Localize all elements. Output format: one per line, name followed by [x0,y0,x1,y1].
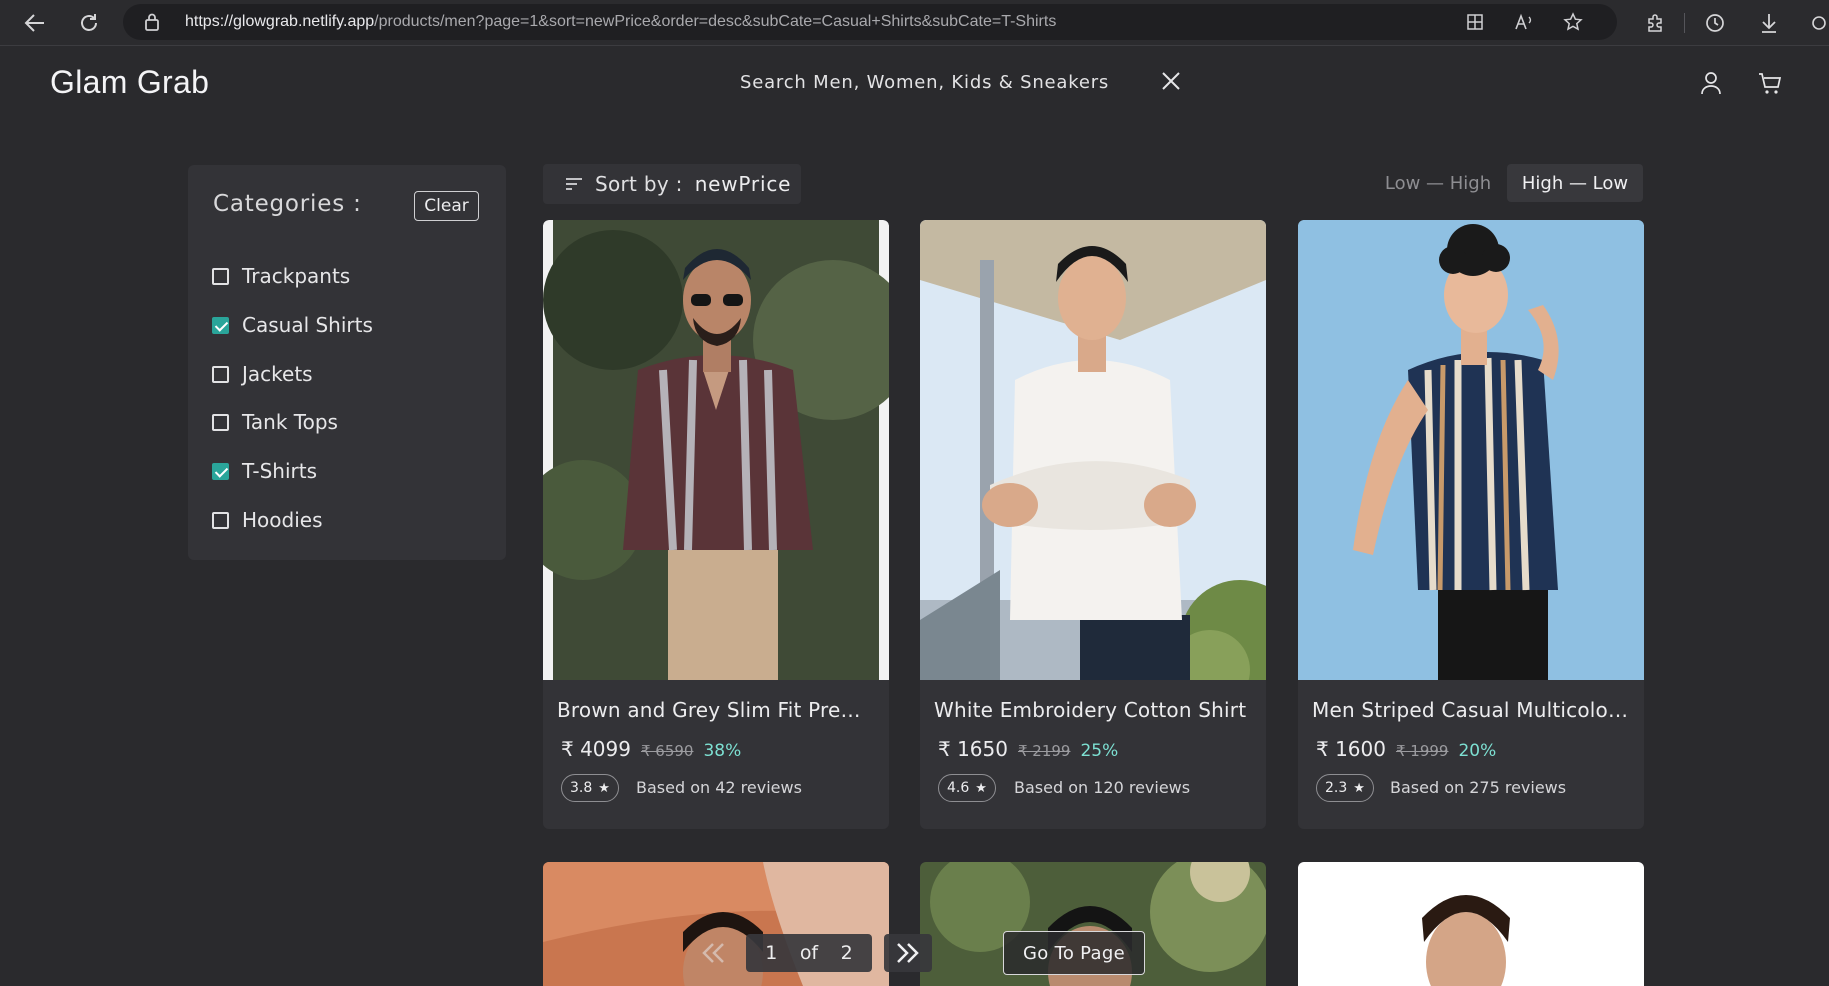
toolbar-divider [1684,13,1685,33]
category-label: Jackets [242,362,313,386]
category-label: Casual Shirts [242,313,373,337]
favorite-star-icon[interactable] [1561,11,1585,33]
category-label: Tank Tops [242,410,338,434]
close-icon[interactable] [1160,70,1182,92]
settings-more-icon[interactable] [1804,8,1829,38]
url-text: https://glowgrab.netlify.app/products/me… [185,13,1056,31]
discount-percent: 25% [1080,741,1119,761]
rating-value: 4.6 [947,780,970,796]
url-host: https://glowgrab.netlify.app [185,13,375,30]
category-label: T-Shirts [242,459,318,483]
category-filter-panel: Categories : Clear Trackpants Casual Shi… [188,165,506,560]
original-price: ₹ 1999 [1395,742,1449,760]
sort-dropdown[interactable]: Sort by : newPrice [543,164,801,204]
go-to-page-button[interactable]: Go To Page [1003,931,1145,975]
browser-toolbar: https://glowgrab.netlify.app/products/me… [0,0,1829,46]
product-name[interactable]: Men Striped Casual Multicolor... [1312,698,1634,722]
category-trackpants[interactable]: Trackpants [212,262,350,290]
user-icon[interactable] [1698,70,1724,96]
current-price: ₹ 1600 [1316,737,1386,761]
product-image[interactable] [1298,220,1644,680]
order-low-high-button[interactable]: Low — High [1370,164,1506,202]
total-pages: 2 [840,942,853,964]
sort-value: newPrice [694,172,792,196]
product-price: ₹ 1650 ₹ 2199 25% [938,737,1118,761]
review-count: Based on 120 reviews [1014,778,1191,797]
current-price: ₹ 1650 [938,737,1008,761]
sort-label: Sort by : [595,172,683,196]
checkbox[interactable] [212,267,229,285]
category-tank-tops[interactable]: Tank Tops [212,408,338,436]
product-price: ₹ 4099 ₹ 6590 38% [561,737,741,761]
checkbox[interactable] [212,365,229,383]
rating-value: 2.3 [1325,780,1348,796]
product-price: ₹ 1600 ₹ 1999 20% [1316,737,1496,761]
category-t-shirts[interactable]: T-Shirts [212,457,317,485]
product-card[interactable]: Brown and Grey Slim Fit Prem... ₹ 4099 ₹… [543,220,889,829]
history-icon[interactable] [1700,8,1730,38]
prev-page-double-chevron-icon[interactable] [688,934,738,972]
original-price: ₹ 6590 [640,742,694,760]
cart-icon[interactable] [1757,70,1783,96]
search-input[interactable]: Search Men, Women, Kids & Sneakers [740,72,1109,93]
lock-icon [145,13,159,31]
address-bar[interactable]: https://glowgrab.netlify.app/products/me… [123,4,1617,40]
product-card[interactable]: White Embroidery Cotton Shirt ₹ 1650 ₹ 2… [920,220,1266,829]
page-indicator: 1 of 2 [746,934,872,972]
reload-icon[interactable] [72,6,106,40]
site-logo[interactable]: Glam Grab [50,64,209,101]
current-page: 1 [765,942,778,964]
product-image[interactable] [1298,862,1644,986]
categories-title: Categories : [213,191,362,217]
url-path: /products/men?page=1&sort=newPrice&order… [374,13,1057,30]
checkbox-checked[interactable] [212,316,229,334]
category-label: Hoodies [242,508,323,532]
star-icon: ★ [1353,780,1365,796]
next-page-double-chevron-icon[interactable] [884,934,932,972]
rating-badge: 3.8 ★ [561,774,619,802]
discount-percent: 20% [1458,741,1497,761]
category-hoodies[interactable]: Hoodies [212,506,323,534]
review-count: Based on 275 reviews [1390,778,1567,797]
checkbox[interactable] [212,511,229,529]
product-image[interactable] [920,220,1266,680]
category-label: Trackpants [242,264,351,288]
category-jackets[interactable]: Jackets [212,360,313,388]
product-image[interactable] [543,220,889,680]
read-aloud-icon[interactable] [1512,11,1536,33]
extensions-icon[interactable] [1640,8,1670,38]
current-price: ₹ 4099 [561,737,631,761]
rating-value: 3.8 [570,780,593,796]
of-label: of [799,942,819,964]
app-available-icon[interactable] [1463,11,1487,33]
product-name[interactable]: Brown and Grey Slim Fit Prem... [557,698,879,722]
order-high-low-button[interactable]: High — Low [1507,164,1643,202]
rating-badge: 4.6 ★ [938,774,996,802]
checkbox-checked[interactable] [212,462,229,480]
star-icon: ★ [598,780,610,796]
star-icon: ★ [975,780,987,796]
clear-button[interactable]: Clear [414,191,479,221]
sort-icon [566,178,582,190]
review-count: Based on 42 reviews [636,778,802,797]
discount-percent: 38% [703,741,742,761]
category-casual-shirts[interactable]: Casual Shirts [212,311,373,339]
checkbox[interactable] [212,413,229,431]
original-price: ₹ 2199 [1017,742,1071,760]
back-arrow-icon[interactable] [18,6,52,40]
rating-badge: 2.3 ★ [1316,774,1374,802]
product-card[interactable]: Men Striped Casual Multicolor... ₹ 1600 … [1298,220,1644,829]
downloads-icon[interactable] [1754,8,1784,38]
product-name[interactable]: White Embroidery Cotton Shirt [934,698,1256,722]
